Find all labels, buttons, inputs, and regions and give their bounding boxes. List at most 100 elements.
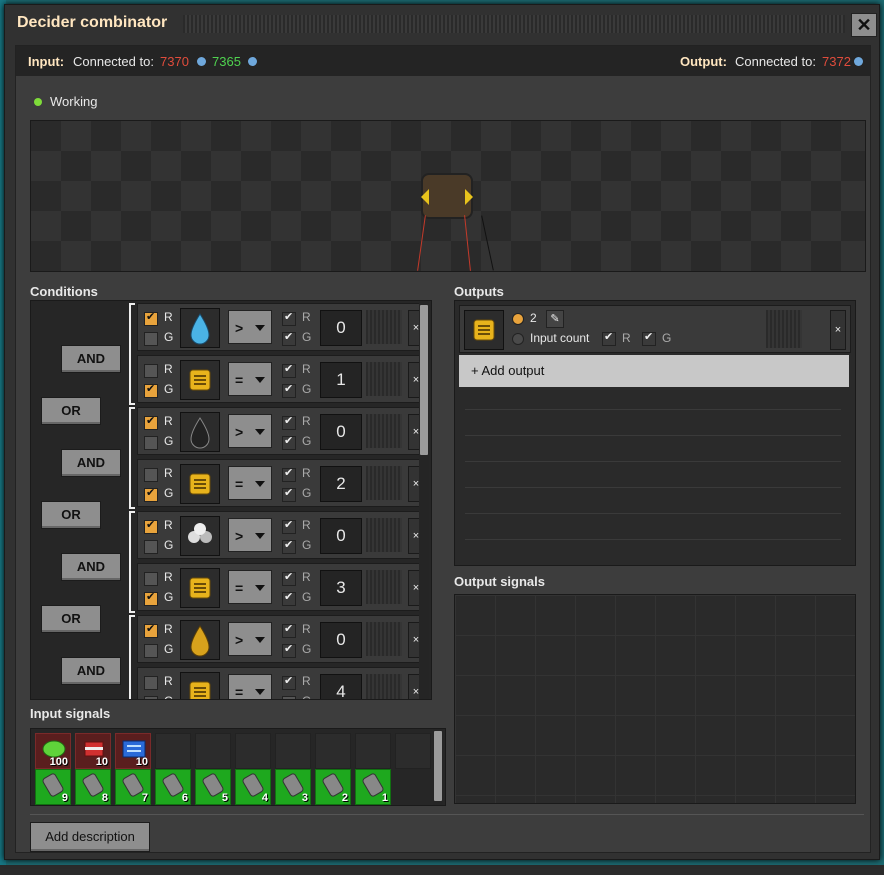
info-icon[interactable]	[854, 57, 863, 66]
chip-signal-icon[interactable]	[180, 672, 220, 699]
condition-red-checkbox[interactable]	[144, 676, 158, 690]
right-red-checkbox[interactable]	[282, 622, 296, 638]
crude-oil-icon[interactable]	[180, 412, 220, 452]
comparator-select[interactable]: >	[228, 310, 272, 344]
right-green-checkbox[interactable]	[282, 538, 296, 554]
input-signal-green-slot[interactable]: 2	[315, 769, 351, 805]
drag-handle[interactable]	[366, 570, 402, 604]
condition-green-checkbox[interactable]	[144, 332, 158, 346]
condition-green-checkbox[interactable]	[144, 436, 158, 450]
comparator-select[interactable]: =	[228, 674, 272, 699]
input-signal-red-slot[interactable]: 100	[35, 733, 71, 769]
right-green-checkbox[interactable]	[282, 590, 296, 606]
close-button[interactable]: ✕	[851, 13, 877, 37]
constant-input[interactable]: 3	[320, 570, 362, 606]
input-green-network[interactable]: 7365	[212, 54, 241, 69]
condition-green-checkbox[interactable]	[144, 644, 158, 658]
output-red-checkbox[interactable]	[602, 330, 616, 346]
input-signals-scrollbar[interactable]	[433, 729, 443, 805]
condition-red-checkbox[interactable]	[144, 572, 158, 586]
right-green-checkbox[interactable]	[282, 330, 296, 346]
titlebar[interactable]: Decider combinator ✕	[5, 5, 879, 41]
chip-signal-icon[interactable]	[464, 310, 504, 350]
right-green-checkbox[interactable]	[282, 434, 296, 450]
comparator-select[interactable]: =	[228, 466, 272, 500]
right-red-checkbox[interactable]	[282, 518, 296, 534]
info-icon[interactable]	[197, 57, 206, 66]
right-green-checkbox[interactable]	[282, 642, 296, 658]
constant-input[interactable]: 0	[320, 310, 362, 346]
right-green-checkbox[interactable]	[282, 486, 296, 502]
input-signal-green-slot[interactable]: 6	[155, 769, 191, 805]
condition-green-checkbox[interactable]	[144, 382, 158, 398]
comparator-select[interactable]: =	[228, 362, 272, 396]
input-signal-red-slot[interactable]: 10	[115, 733, 151, 769]
and-button[interactable]: AND	[61, 657, 121, 685]
add-output-button[interactable]: + Add output	[459, 355, 849, 387]
input-count-radio[interactable]	[512, 333, 524, 345]
drag-handle[interactable]	[366, 362, 402, 396]
condition-red-checkbox[interactable]	[144, 364, 158, 378]
scroll-thumb[interactable]	[420, 305, 428, 455]
drag-handle[interactable]	[366, 622, 402, 656]
comparator-select[interactable]: >	[228, 518, 272, 552]
conditions-scrollbar[interactable]	[419, 301, 429, 699]
chip-signal-icon[interactable]	[180, 360, 220, 400]
or-button[interactable]: OR	[41, 501, 101, 529]
input-signal-green-slot[interactable]: 1	[355, 769, 391, 805]
input-signal-red-slot[interactable]: 10	[75, 733, 111, 769]
right-red-checkbox[interactable]	[282, 362, 296, 378]
drag-handle[interactable]	[366, 466, 402, 500]
comparator-select[interactable]: >	[228, 414, 272, 448]
drag-handle[interactable]	[366, 414, 402, 448]
input-signal-green-slot[interactable]: 7	[115, 769, 151, 805]
input-signal-green-slot[interactable]: 9	[35, 769, 71, 805]
right-red-checkbox[interactable]	[282, 310, 296, 326]
add-description-button[interactable]: Add description	[30, 822, 150, 852]
input-signal-green-slot[interactable]: 3	[275, 769, 311, 805]
comparator-select[interactable]: >	[228, 622, 272, 656]
input-signal-green-slot[interactable]: 8	[75, 769, 111, 805]
condition-red-checkbox[interactable]	[144, 518, 158, 534]
condition-green-checkbox[interactable]	[144, 540, 158, 554]
molecule-icon[interactable]	[180, 516, 220, 556]
and-button[interactable]: AND	[61, 449, 121, 477]
right-red-checkbox[interactable]	[282, 466, 296, 482]
condition-green-checkbox[interactable]	[144, 486, 158, 502]
input-red-network[interactable]: 7370	[160, 54, 189, 69]
right-red-checkbox[interactable]	[282, 414, 296, 430]
output-green-checkbox[interactable]	[642, 330, 656, 346]
drag-handle[interactable]	[366, 674, 402, 699]
constant-radio[interactable]	[512, 313, 524, 325]
input-signal-green-slot[interactable]: 4	[235, 769, 271, 805]
constant-input[interactable]: 0	[320, 622, 362, 658]
and-button[interactable]: AND	[61, 553, 121, 581]
chip-signal-icon[interactable]	[180, 568, 220, 608]
drag-handle[interactable]	[766, 310, 802, 348]
edit-pencil-icon[interactable]: ✎	[546, 310, 564, 328]
drag-handle[interactable]	[366, 310, 402, 344]
condition-red-checkbox[interactable]	[144, 468, 158, 482]
comparator-select[interactable]: =	[228, 570, 272, 604]
scroll-thumb[interactable]	[434, 731, 442, 801]
right-red-checkbox[interactable]	[282, 570, 296, 586]
drag-handle[interactable]	[183, 15, 845, 33]
right-green-checkbox[interactable]	[282, 382, 296, 398]
constant-input[interactable]: 0	[320, 414, 362, 450]
input-signal-green-slot[interactable]: 5	[195, 769, 231, 805]
condition-green-checkbox[interactable]	[144, 696, 158, 699]
output-red-network[interactable]: 7372	[822, 54, 851, 69]
right-red-checkbox[interactable]	[282, 674, 296, 690]
water-icon[interactable]	[180, 308, 220, 348]
condition-green-checkbox[interactable]	[144, 590, 158, 606]
remove-output-button[interactable]: ×	[830, 310, 846, 350]
or-button[interactable]: OR	[41, 605, 101, 633]
right-green-checkbox[interactable]	[282, 696, 296, 699]
constant-input[interactable]: 1	[320, 362, 362, 398]
info-icon[interactable]	[248, 57, 257, 66]
chip-signal-icon[interactable]	[180, 464, 220, 504]
condition-red-checkbox[interactable]	[144, 414, 158, 430]
oil-drop-icon[interactable]	[180, 620, 220, 660]
constant-input[interactable]: 0	[320, 518, 362, 554]
or-button[interactable]: OR	[41, 397, 101, 425]
